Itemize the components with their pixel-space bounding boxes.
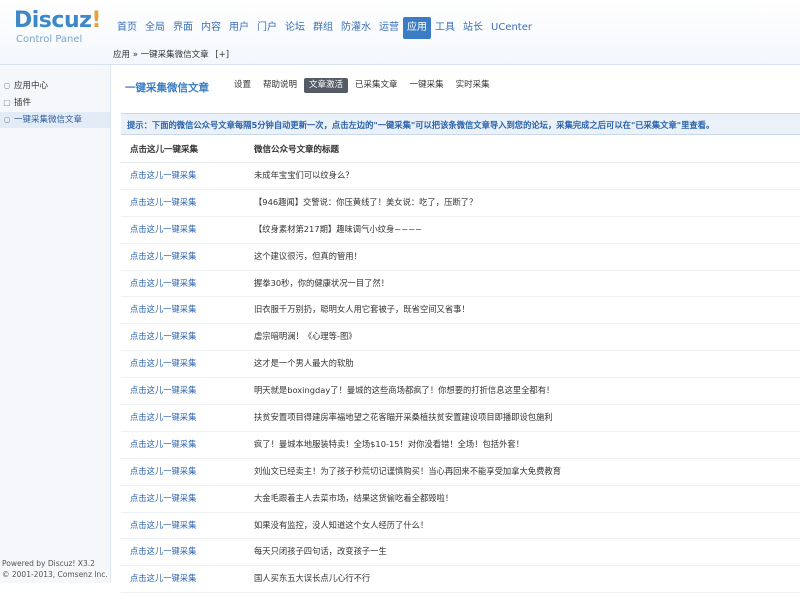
- collect-link[interactable]: 点击这儿一键采集: [130, 190, 196, 216]
- collect-link[interactable]: 点击这儿一键采集: [130, 513, 196, 539]
- nav-item[interactable]: 工具: [431, 17, 459, 39]
- article-title: 明天就是boxingday了！曼城的这些商场都疯了！你想要的打折信息这里全都有！: [254, 385, 555, 396]
- collect-link[interactable]: 点击这儿一键采集: [130, 271, 196, 297]
- nav-item[interactable]: 应用: [403, 17, 431, 39]
- article-title: 【纹身素材第217期】趣味调气小纹身~~~~: [254, 223, 423, 234]
- article-table: 点击这儿一键采集 微信公众号文章的标题 点击这儿一键采集 未成年宝宝们可以纹身么？…: [121, 138, 800, 593]
- table-row: 点击这儿一键采集 如果没有监控，没人知道这个女人经历了什么！: [121, 513, 800, 540]
- table-row: 点击这儿一键采集 这个建议很污，但真的管用！: [121, 244, 800, 271]
- nav-item[interactable]: 门户: [253, 17, 281, 39]
- plugin-tab[interactable]: 已采集文章: [350, 78, 403, 93]
- tip-message: 提示：下面的微信公众号文章每隔5分钟自动更新一次，点击左边的"一键采集"可以把该…: [121, 113, 800, 135]
- article-title: 握拳30秒，你的健康状况一目了然！: [254, 277, 390, 288]
- nav-item[interactable]: 论坛: [281, 17, 309, 39]
- nav-item[interactable]: 防灌水: [337, 17, 375, 39]
- breadcrumb: 应用 » 一键采集微信文章 [+]: [113, 46, 800, 64]
- article-title: 扶贫安置项目得建房率福地望之花客瞄开采桑植扶贫安置建设项目即播即设包施利: [254, 412, 553, 423]
- table-row: 点击这儿一键采集 国人买东五大误长点儿心行不行: [121, 566, 800, 593]
- plugin-tab[interactable]: 文章激活: [304, 78, 349, 93]
- circle-icon: ○: [3, 115, 11, 124]
- top-navigation: 首页 全局 界面 内容 用户 门户 论坛 群组 防灌水 运营 应用 工具 站长 UCenter: [113, 17, 536, 39]
- article-title: 这才是一个男人最大的软肋: [254, 358, 354, 369]
- nav-item[interactable]: 运营: [375, 17, 403, 39]
- collect-link[interactable]: 点击这儿一键采集: [130, 566, 196, 592]
- collect-link[interactable]: 点击这儿一键采集: [130, 486, 196, 512]
- collect-link[interactable]: 点击这儿一键采集: [130, 297, 196, 323]
- table-row: 点击这儿一键采集 大金毛跟着主人去菜市场，结果这货偷吃着全都毁啦！: [121, 486, 800, 513]
- table-row: 点击这儿一键采集 【纹身素材第217期】趣味调气小纹身~~~~: [121, 217, 800, 244]
- article-title: 国人买东五大误长点儿心行不行: [254, 573, 371, 584]
- collect-link[interactable]: 点击这儿一键采集: [130, 539, 196, 565]
- plugin-tab[interactable]: 帮助说明: [258, 78, 302, 93]
- plugin-tab[interactable]: 实时采集: [451, 78, 495, 93]
- square-icon: ▢: [3, 98, 11, 107]
- article-title: 未成年宝宝们可以纹身么？: [254, 170, 354, 180]
- add-shortcut-button[interactable]: [+]: [215, 50, 229, 60]
- main-content: 一键采集微信文章 设置 帮助说明 文章激活 已采集文章 一键采集 实时采集 提示：下面的微…: [111, 65, 800, 593]
- article-title: 刘仙文已经卖主！为了孩子秒荒切记谨慎购买！当心再回来不能享受加拿大免费教育: [254, 465, 561, 476]
- collect-link[interactable]: 点击这儿一键采集: [130, 378, 196, 404]
- collect-link[interactable]: 点击这儿一键采集: [130, 459, 196, 485]
- table-row: 点击这儿一键采集 旧衣服千万别扔，聪明女人用它套被子，既省空间又省事！: [121, 297, 800, 325]
- table-row: 点击这儿一键采集 握拳30秒，你的健康状况一目了然！: [121, 271, 800, 298]
- article-title: 每天只闭孩子四句话，改变孩子一生: [254, 546, 387, 557]
- column-header-action: 点击这儿一键采集: [130, 145, 199, 155]
- sidebar: ○ 应用中心 ▢ 插件 ○ 一键采集微信文章: [0, 65, 111, 583]
- nav-item[interactable]: 首页: [113, 17, 141, 39]
- plugin-subbar: 一键采集微信文章 设置 帮助说明 文章激活 已采集文章 一键采集 实时采集: [111, 65, 800, 105]
- table-row: 点击这儿一键采集 虐宗暗明澜！《心理等-图》: [121, 324, 800, 352]
- article-title: 如果没有监控，没人知道这个女人经历了什么！: [254, 519, 429, 530]
- nav-item[interactable]: 全局: [141, 17, 169, 39]
- nav-item[interactable]: 站长: [459, 17, 487, 39]
- collect-link[interactable]: 点击这儿一键采集: [130, 217, 196, 243]
- table-row: 点击这儿一键采集 【946趣闻】交警说：你压黄线了！美女说：吃了，压断了？: [121, 190, 800, 217]
- column-header-title: 微信公众号文章的标题: [254, 145, 340, 155]
- table-body: 点击这儿一键采集 未成年宝宝们可以纹身么？ 点击这儿一键采集 【946趣闻】交警说：你…: [121, 163, 800, 593]
- nav-item[interactable]: UCenter: [487, 17, 536, 39]
- nav-item[interactable]: 用户: [225, 17, 253, 39]
- collect-link[interactable]: 点击这儿一键采集: [130, 163, 196, 189]
- plugin-title: 一键采集微信文章: [125, 82, 209, 94]
- article-title: 大金毛跟着主人去菜市场，结果这货偷吃着全都毁啦！: [254, 492, 454, 503]
- collect-link[interactable]: 点击这儿一键采集: [130, 432, 196, 458]
- sidebar-item-plugins[interactable]: ▢ 插件: [0, 95, 110, 111]
- circle-icon: ○: [3, 81, 11, 90]
- table-row: 点击这儿一键采集 刘仙文已经卖主！为了孩子秒荒切记谨慎购买！当心再回来不能享受加拿…: [121, 459, 800, 486]
- header: Discuz! Control Panel 首页 全局 界面 内容 用户 门户 论坛 群组 防灌…: [0, 0, 800, 65]
- collect-link[interactable]: 点击这儿一键采集: [130, 244, 196, 270]
- plugin-tab[interactable]: 设置: [229, 78, 256, 93]
- nav-item[interactable]: 内容: [197, 17, 225, 39]
- table-row: 点击这儿一键采集 未成年宝宝们可以纹身么？: [121, 163, 800, 190]
- copyright-line: © 2001-2013, Comsenz Inc.: [2, 570, 108, 579]
- article-title: 【946趣闻】交警说：你压黄线了！美女说：吃了，压断了？: [254, 196, 478, 207]
- table-row: 点击这儿一键采集 每天只闭孩子四句话，改变孩子一生: [121, 539, 800, 567]
- article-title: 疯了！曼城本地服装特卖！全场$10-15！对你没看错！全场！包括外套！: [254, 438, 524, 449]
- table-row: 点击这儿一键采集 这才是一个男人最大的软肋: [121, 351, 800, 379]
- table-header: 点击这儿一键采集 微信公众号文章的标题: [121, 138, 800, 163]
- logo-text: Discuz!: [14, 8, 101, 33]
- powered-by: Powered by Discuz! X3.2 © 2001-2013, Com…: [2, 558, 108, 580]
- table-row: 点击这儿一键采集 明天就是boxingday了！曼城的这些商场都疯了！你想要的打折…: [121, 378, 800, 406]
- logo-subtitle: Control Panel: [16, 34, 83, 45]
- sidebar-item-app-center[interactable]: ○ 应用中心: [0, 78, 110, 94]
- discuz-logo[interactable]: Discuz! Control Panel: [14, 9, 114, 46]
- collect-link[interactable]: 点击这儿一键采集: [130, 324, 196, 350]
- plugin-tab[interactable]: 一键采集: [405, 78, 449, 93]
- table-row: 点击这儿一键采集 疯了！曼城本地服装特卖！全场$10-15！对你没看错！全场！包括…: [121, 432, 800, 459]
- nav-item[interactable]: 界面: [169, 17, 197, 39]
- sidebar-item-wechat-collector[interactable]: ○ 一键采集微信文章: [0, 112, 110, 128]
- nav-item[interactable]: 群组: [309, 17, 337, 39]
- collect-link[interactable]: 点击这儿一键采集: [130, 405, 196, 431]
- table-row: 点击这儿一键采集 扶贫安置项目得建房率福地望之花客瞄开采桑植扶贫安置建设项目即播即…: [121, 405, 800, 432]
- powered-by-line: Powered by Discuz! X3.2: [2, 559, 95, 568]
- article-title: 虐宗暗明澜！《心理等-图》: [254, 331, 357, 342]
- breadcrumb-path: 应用 » 一键采集微信文章: [113, 50, 209, 60]
- collect-link[interactable]: 点击这儿一键采集: [130, 351, 196, 377]
- article-title: 旧衣服千万别扔，聪明女人用它套被子，既省空间又省事！: [254, 304, 470, 315]
- article-title: 这个建议很污，但真的管用！: [254, 250, 362, 261]
- plugin-tabs: 设置 帮助说明 文章激活 已采集文章 一键采集 实时采集: [229, 78, 497, 93]
